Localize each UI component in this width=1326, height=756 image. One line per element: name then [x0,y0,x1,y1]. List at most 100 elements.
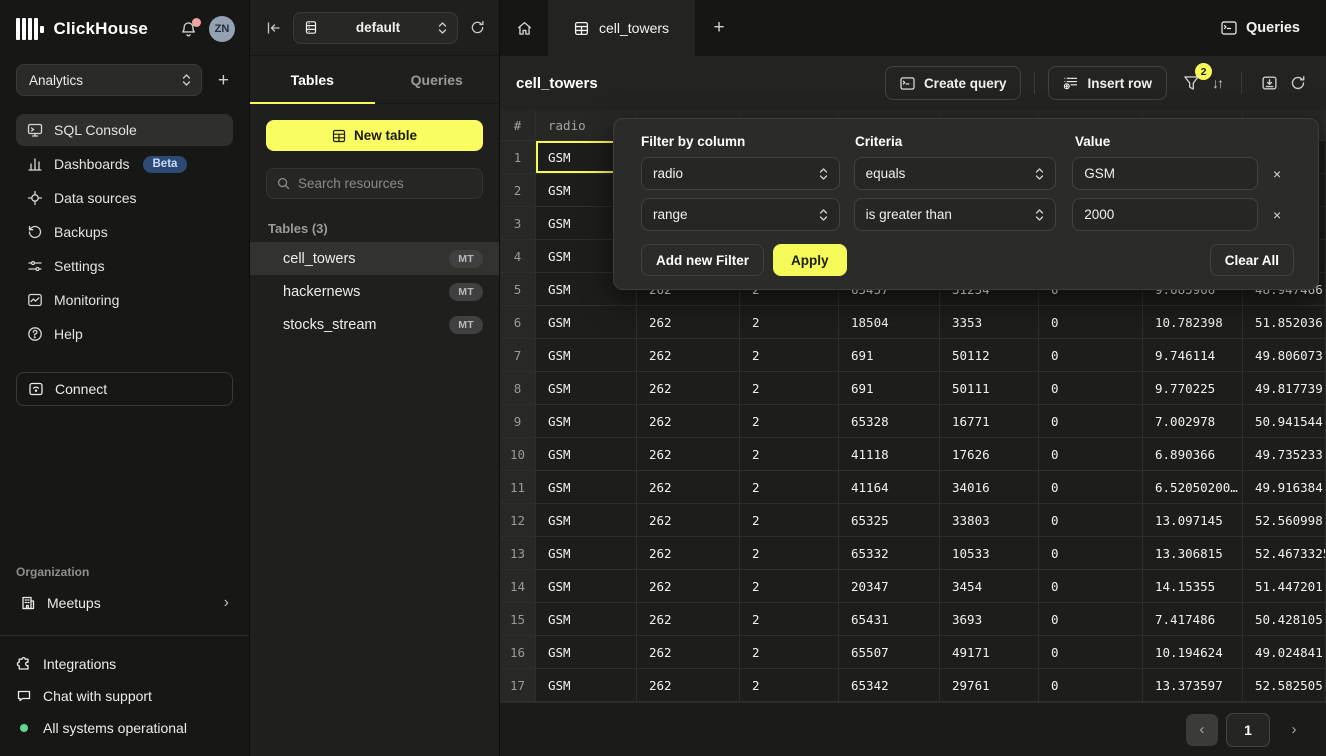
table-cell[interactable]: 3353 [940,306,1039,339]
table-cell[interactable]: 34016 [940,471,1039,504]
table-cell[interactable]: 3454 [940,570,1039,603]
table-cell[interactable]: GSM [536,405,637,438]
table-cell[interactable]: 17626 [940,438,1039,471]
table-cell[interactable]: 0 [1039,570,1143,603]
notifications-button[interactable] [180,21,197,38]
table-cell[interactable]: 262 [637,405,740,438]
filter-column-select[interactable]: radio [641,157,840,190]
table-cell[interactable]: 262 [637,372,740,405]
add-new-filter-button[interactable]: Add new Filter [641,244,764,276]
table-cell[interactable]: 0 [1039,504,1143,537]
system-status[interactable]: All systems operational [16,714,233,742]
table-cell[interactable]: 50111 [940,372,1039,405]
filter-column-select[interactable]: range [641,198,840,231]
table-cell[interactable]: 691 [839,372,940,405]
table-cell[interactable]: 0 [1039,339,1143,372]
table-cell[interactable]: 9.746114 [1143,339,1243,372]
table-cell[interactable]: 49.817739 [1243,372,1326,405]
table-cell[interactable]: 262 [637,669,740,702]
table-cell[interactable]: 6.52050200… [1143,471,1243,504]
clear-all-button[interactable]: Clear All [1210,244,1294,276]
table-cell[interactable]: 10533 [940,537,1039,570]
new-tab-button[interactable]: + [695,0,743,56]
table-cell[interactable]: 65342 [839,669,940,702]
table-cell[interactable]: GSM [536,471,637,504]
table-cell[interactable]: 51.447201 [1243,570,1326,603]
sidebar-item-integrations[interactable]: Integrations [16,650,233,678]
refresh-icon[interactable] [470,20,485,35]
table-cell[interactable]: 65332 [839,537,940,570]
filter-criteria-select[interactable]: equals [854,157,1057,190]
sidebar-item-monitoring[interactable]: Monitoring [16,284,233,316]
table-cell[interactable]: 0 [1039,537,1143,570]
table-cell[interactable]: 65431 [839,603,940,636]
table-cell[interactable]: 691 [839,339,940,372]
tab-cell-towers[interactable]: cell_towers [548,0,695,56]
table-cell[interactable]: 33803 [940,504,1039,537]
table-cell[interactable]: 10.194624 [1143,636,1243,669]
table-cell[interactable]: 10.782398 [1143,306,1243,339]
table-cell[interactable]: 0 [1039,669,1143,702]
sidebar-item-meetups[interactable]: Meetups › [16,587,233,619]
filter-criteria-select[interactable]: is greater than [854,198,1057,231]
table-cell[interactable]: GSM [536,372,637,405]
search-input[interactable] [298,176,472,191]
table-cell[interactable]: 2 [740,471,839,504]
sidebar-item-data-sources[interactable]: Data sources [16,182,233,214]
queries-button[interactable]: Queries [1195,0,1326,56]
table-cell[interactable]: GSM [536,306,637,339]
table-cell[interactable]: 0 [1039,603,1143,636]
table-cell[interactable]: 7.417486 [1143,603,1243,636]
remove-filter-button[interactable]: × [1260,207,1294,223]
sidebar-item-chat-support[interactable]: Chat with support [16,682,233,710]
create-query-button[interactable]: Create query [885,66,1022,100]
tab-queries[interactable]: Queries [375,56,500,103]
table-cell[interactable]: 2 [740,504,839,537]
table-cell[interactable]: 0 [1039,306,1143,339]
table-cell[interactable]: GSM [536,636,637,669]
table-cell[interactable]: GSM [536,570,637,603]
prev-page-button[interactable]: ‹ [1186,714,1218,746]
table-cell[interactable]: 2 [740,339,839,372]
table-cell[interactable]: 0 [1039,405,1143,438]
table-cell[interactable]: GSM [536,504,637,537]
table-cell[interactable]: 49.735233 [1243,438,1326,471]
table-cell[interactable]: 65328 [839,405,940,438]
table-cell[interactable]: 0 [1039,636,1143,669]
add-workspace-button[interactable]: + [214,69,233,92]
database-select[interactable]: default [293,12,458,44]
table-cell[interactable]: 51.852036 [1243,306,1326,339]
table-cell[interactable]: 3693 [940,603,1039,636]
avatar[interactable]: ZN [209,16,235,42]
table-cell[interactable]: 262 [637,339,740,372]
refresh-button[interactable] [1284,69,1312,97]
workspace-select[interactable]: Analytics [16,64,202,96]
table-cell[interactable]: 2 [740,636,839,669]
table-cell[interactable]: 41164 [839,471,940,504]
table-cell[interactable]: 7.002978 [1143,405,1243,438]
sidebar-item-sql-console[interactable]: SQL Console [16,114,233,146]
table-cell[interactable]: 262 [637,504,740,537]
table-cell[interactable]: 65507 [839,636,940,669]
sidebar-item-settings[interactable]: Settings [16,250,233,282]
table-cell[interactable]: 262 [637,537,740,570]
table-cell[interactable]: 49.024841 [1243,636,1326,669]
table-cell[interactable]: 14.15355 [1143,570,1243,603]
table-cell[interactable]: 13.306815 [1143,537,1243,570]
table-cell[interactable]: 9.770225 [1143,372,1243,405]
table-cell[interactable]: 262 [637,471,740,504]
table-cell[interactable]: 52.560998 [1243,504,1326,537]
table-cell[interactable]: 6.890366 [1143,438,1243,471]
table-cell[interactable]: 20347 [839,570,940,603]
table-cell[interactable]: 52.4673325 [1243,537,1326,570]
table-cell[interactable]: 49.806073 [1243,339,1326,372]
table-cell[interactable]: 16771 [940,405,1039,438]
table-cell[interactable]: 2 [740,570,839,603]
list-item-stocks-stream[interactable]: stocks_stream MT [250,308,499,341]
table-cell[interactable]: 65325 [839,504,940,537]
tab-tables[interactable]: Tables [250,56,375,103]
sidebar-item-backups[interactable]: Backups [16,216,233,248]
sort-button[interactable]: ↓↑ [1206,69,1228,97]
sidebar-item-dashboards[interactable]: Dashboards Beta [16,148,233,180]
current-page[interactable]: 1 [1226,713,1270,747]
